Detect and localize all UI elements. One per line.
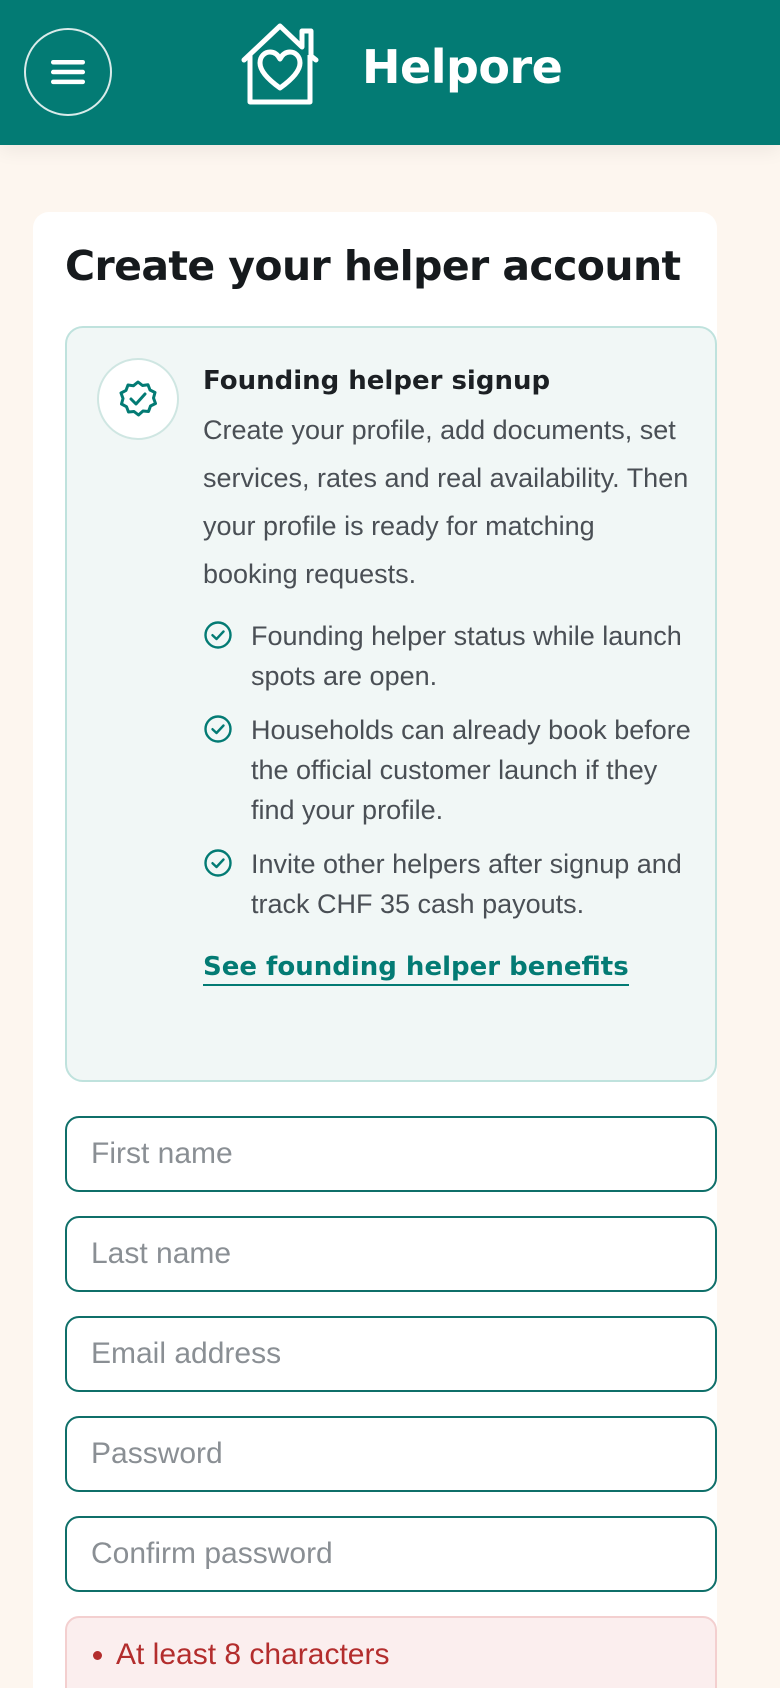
benefit-text: Founding helper status while launch spot… (251, 621, 682, 691)
brand-name[interactable]: Helpore (362, 40, 563, 94)
house-heart-icon (241, 23, 319, 105)
last-name-field[interactable] (65, 1216, 717, 1292)
benefit-text: Households can already book before the o… (251, 715, 691, 825)
password-rule-item: At least 8 characters (93, 1638, 389, 1672)
page-title: Create your helper account (65, 242, 681, 290)
hamburger-menu-icon (51, 60, 85, 85)
benefit-item: Invite other helpers after signup and tr… (203, 844, 693, 924)
info-content: Founding helper signup Create your profi… (203, 364, 693, 986)
signup-card: Create your helper account Founding help… (33, 212, 717, 1688)
verified-badge-icon (119, 380, 157, 417)
founding-helper-info-box: Founding helper signup Create your profi… (65, 326, 717, 1082)
menu-button[interactable] (24, 28, 112, 116)
founding-benefits-link[interactable]: See founding helper benefits (203, 952, 629, 986)
confirm-password-field[interactable] (65, 1516, 717, 1592)
email-field[interactable] (65, 1316, 717, 1392)
benefit-text: Invite other helpers after signup and tr… (251, 849, 682, 919)
password-rule-text: At least 8 characters (116, 1638, 390, 1671)
password-field[interactable] (65, 1416, 717, 1492)
password-rules-box: At least 8 characters (65, 1616, 717, 1688)
badge-circle (97, 358, 179, 440)
info-title: Founding helper signup (203, 366, 551, 396)
check-circle-icon (204, 849, 232, 877)
benefit-list: Founding helper status while launch spot… (203, 616, 693, 924)
benefit-item: Households can already book before the o… (203, 710, 693, 830)
benefit-item: Founding helper status while launch spot… (203, 616, 693, 696)
bullet-dot-icon (93, 1650, 102, 1660)
top-navigation-bar: Helpore (0, 0, 780, 145)
first-name-field[interactable] (65, 1116, 717, 1192)
check-circle-icon (204, 715, 232, 743)
check-circle-icon (204, 621, 232, 649)
info-description: Create your profile, add documents, set … (203, 415, 689, 589)
